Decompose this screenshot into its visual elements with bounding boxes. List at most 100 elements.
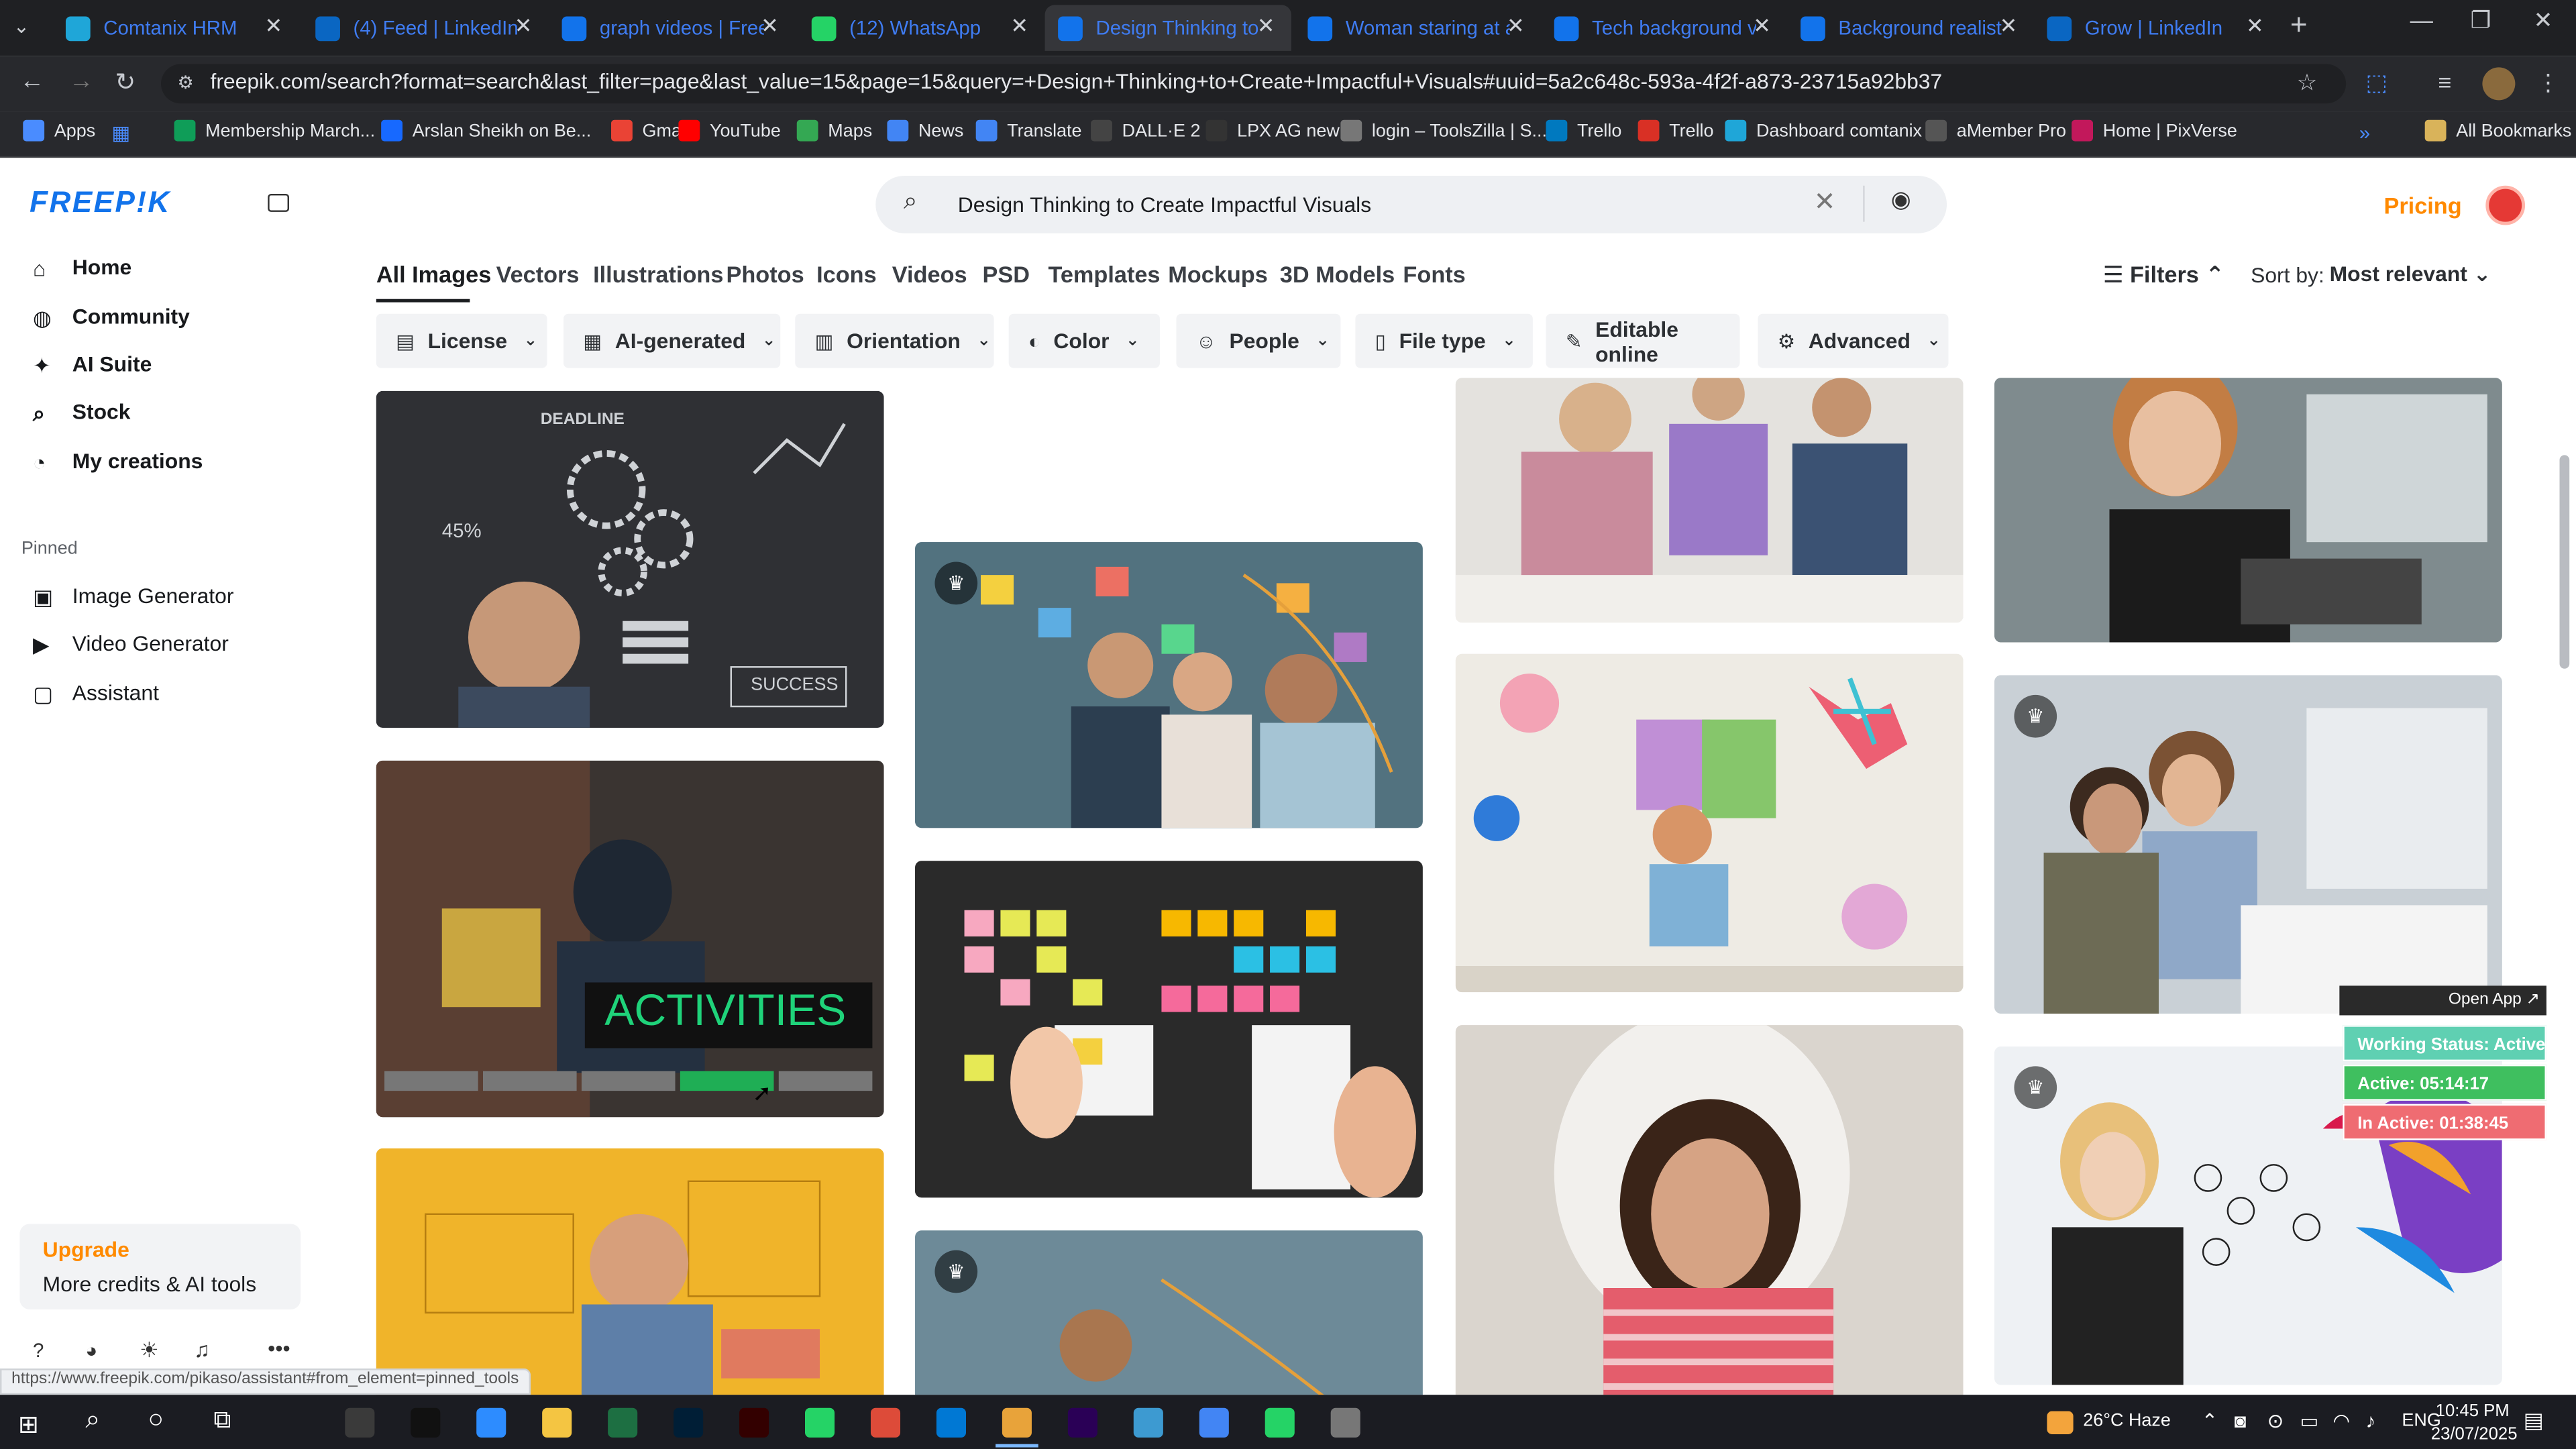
task-view-icon[interactable]: ⧉: [213, 1406, 231, 1434]
restore-icon[interactable]: ❐: [2451, 7, 2510, 35]
terminal-icon[interactable]: [411, 1407, 441, 1438]
photoshop-icon[interactable]: [674, 1407, 704, 1438]
image-result[interactable]: [1455, 1025, 1964, 1395]
bookmark-item[interactable]: Dashboard comtanix: [1725, 119, 1922, 142]
menu-icon[interactable]: ⋮: [2536, 69, 2559, 97]
bookmark-item[interactable]: DALL·E 2: [1091, 119, 1200, 142]
close-tab-icon[interactable]: ✕: [265, 13, 283, 40]
bookmark-item[interactable]: Translate: [975, 119, 1082, 142]
wifi-icon[interactable]: ◠: [2333, 1409, 2351, 1432]
browser-tab[interactable]: (12) WhatsApp ✕: [798, 5, 1044, 51]
bookmark-item[interactable]: Arslan Sheikh on Be...: [381, 119, 591, 142]
bookmark-item[interactable]: Trello: [1638, 119, 1714, 142]
bookmark-item[interactable]: login – ToolsZilla | S...: [1340, 119, 1547, 142]
bookmark-apps[interactable]: Apps: [23, 119, 95, 142]
thumb-woman-pencil-svg: [1994, 378, 2502, 643]
video-result[interactable]: ACTIVITIES: [376, 760, 884, 1118]
profile-avatar[interactable]: [2482, 67, 2516, 101]
close-tab-icon[interactable]: ✕: [761, 13, 779, 40]
forward-icon[interactable]: →: [69, 67, 94, 95]
bookmark-item[interactable]: Gmail: [611, 119, 690, 142]
excel-icon[interactable]: [608, 1407, 638, 1438]
close-tab-icon[interactable]: ✕: [1507, 13, 1525, 40]
close-tab-icon[interactable]: ✕: [1753, 13, 1771, 40]
open-app-link[interactable]: Open App ↗: [2339, 985, 2546, 1016]
app-icon[interactable]: [1133, 1407, 1163, 1438]
whatsapp-icon[interactable]: [805, 1407, 835, 1438]
network-settings-icon[interactable]: ⊙: [2267, 1409, 2284, 1432]
chrome-active-icon[interactable]: [1002, 1407, 1032, 1438]
image-result[interactable]: DEADLINE 45% SUCCESS: [376, 390, 884, 728]
vscode-icon[interactable]: [936, 1407, 967, 1438]
back-icon[interactable]: ←: [19, 67, 44, 95]
bookmark-item[interactable]: Membership March...: [174, 119, 375, 142]
extension-icon[interactable]: ⬚: [2366, 69, 2387, 97]
media-icon[interactable]: ≡: [2438, 69, 2451, 95]
camera-tray-icon[interactable]: ◙: [2235, 1409, 2247, 1432]
search-taskbar-icon[interactable]: ⌕: [85, 1406, 100, 1436]
new-tab-icon[interactable]: +: [2290, 8, 2308, 42]
bookmark-item[interactable]: aMember Pro: [1925, 119, 2066, 142]
pen-icon[interactable]: [345, 1407, 375, 1438]
bookmark-item[interactable]: Maps: [796, 119, 872, 142]
browser-tab[interactable]: (4) Feed | LinkedIn ✕: [303, 5, 549, 51]
browser-tab[interactable]: Background realistic ✕: [1787, 5, 2033, 51]
premiere-icon[interactable]: [1067, 1407, 1097, 1438]
image-result[interactable]: [915, 861, 1423, 1198]
browser-tab[interactable]: Tech background vec✕: [1541, 5, 1787, 51]
image-result[interactable]: [1994, 378, 2502, 643]
image-result[interactable]: ♛: [915, 1230, 1423, 1395]
browser-tab[interactable]: Design Thinking to C✕: [1044, 5, 1291, 51]
browser-tab[interactable]: Woman staring at a ✕: [1295, 5, 1541, 51]
weather-icon[interactable]: [2047, 1411, 2074, 1434]
windows-start-icon[interactable]: ⊞: [18, 1409, 39, 1440]
file-explorer-icon[interactable]: [542, 1407, 572, 1438]
whatsapp-alt-icon[interactable]: [1265, 1407, 1295, 1438]
volume-icon[interactable]: ♪: [2366, 1409, 2376, 1432]
bookmark-item[interactable]: LPX AG new: [1205, 119, 1340, 142]
browser-tab[interactable]: Grow | LinkedIn ✕: [2034, 5, 2280, 51]
battery-icon[interactable]: ▭: [2300, 1409, 2319, 1432]
clock-date[interactable]: 23/07/2025: [2428, 1424, 2520, 1444]
page-scrollbar[interactable]: [2559, 455, 2570, 669]
browser-tab[interactable]: graph videos | Freepik✕: [549, 5, 795, 51]
close-tab-icon[interactable]: ✕: [2000, 13, 2018, 40]
zoom-icon[interactable]: [476, 1407, 506, 1438]
site-info-icon[interactable]: ⚙: [177, 72, 193, 93]
image-result[interactable]: ♛: [915, 542, 1423, 828]
bookmark-item[interactable]: Home | PixVerse: [2072, 119, 2237, 142]
bookmark-item[interactable]: Trello: [1546, 119, 1621, 142]
clock-time[interactable]: 10:45 PM: [2431, 1401, 2513, 1421]
close-tab-icon[interactable]: ✕: [2246, 13, 2264, 40]
tab-search-icon[interactable]: ⌄: [13, 15, 30, 38]
chrome-icon[interactable]: [870, 1407, 901, 1438]
weather-text[interactable]: 26°C Haze: [2083, 1411, 2171, 1431]
chrome-profile-icon[interactable]: [1199, 1407, 1229, 1438]
illustrator-icon[interactable]: [739, 1407, 769, 1438]
close-tab-icon[interactable]: ✕: [1010, 13, 1028, 40]
tray-chevron-icon[interactable]: ⌃: [2202, 1409, 2218, 1432]
browser-tab[interactable]: Comtanix HRM ✕: [52, 5, 299, 51]
premium-crown-icon: ♛: [934, 1250, 978, 1293]
url-text[interactable]: freepik.com/search?format=search&last_fi…: [210, 69, 1942, 94]
notification-center-icon[interactable]: ▤: [2524, 1408, 2544, 1434]
all-bookmarks[interactable]: All Bookmarks: [2424, 119, 2571, 142]
freepik-icon: [1801, 15, 1825, 41]
reload-icon[interactable]: ↻: [115, 67, 136, 97]
bookmark-item[interactable]: YouTube: [678, 119, 781, 142]
cortana-icon[interactable]: ○: [148, 1406, 164, 1436]
minimize-icon[interactable]: —: [2392, 7, 2451, 33]
grid-icon[interactable]: ▦: [112, 121, 131, 144]
bookmark-item[interactable]: News: [887, 119, 963, 142]
image-result[interactable]: [1455, 653, 1964, 993]
more-bookmarks-icon[interactable]: »: [2359, 121, 2370, 144]
image-result[interactable]: [376, 1148, 884, 1395]
close-window-icon[interactable]: ✕: [2514, 7, 2573, 35]
image-result[interactable]: ♛: [1994, 675, 2502, 1014]
image-result[interactable]: [1455, 378, 1964, 623]
close-tab-icon[interactable]: ✕: [515, 13, 533, 40]
close-tab-icon[interactable]: ✕: [1257, 13, 1275, 40]
settings-icon[interactable]: [1330, 1407, 1360, 1438]
browser-tab-strip: ⌄ Comtanix HRM ✕ (4) Feed | LinkedIn ✕ graph…: [0, 0, 2576, 56]
bookmark-star-icon[interactable]: ☆: [2297, 69, 2318, 97]
